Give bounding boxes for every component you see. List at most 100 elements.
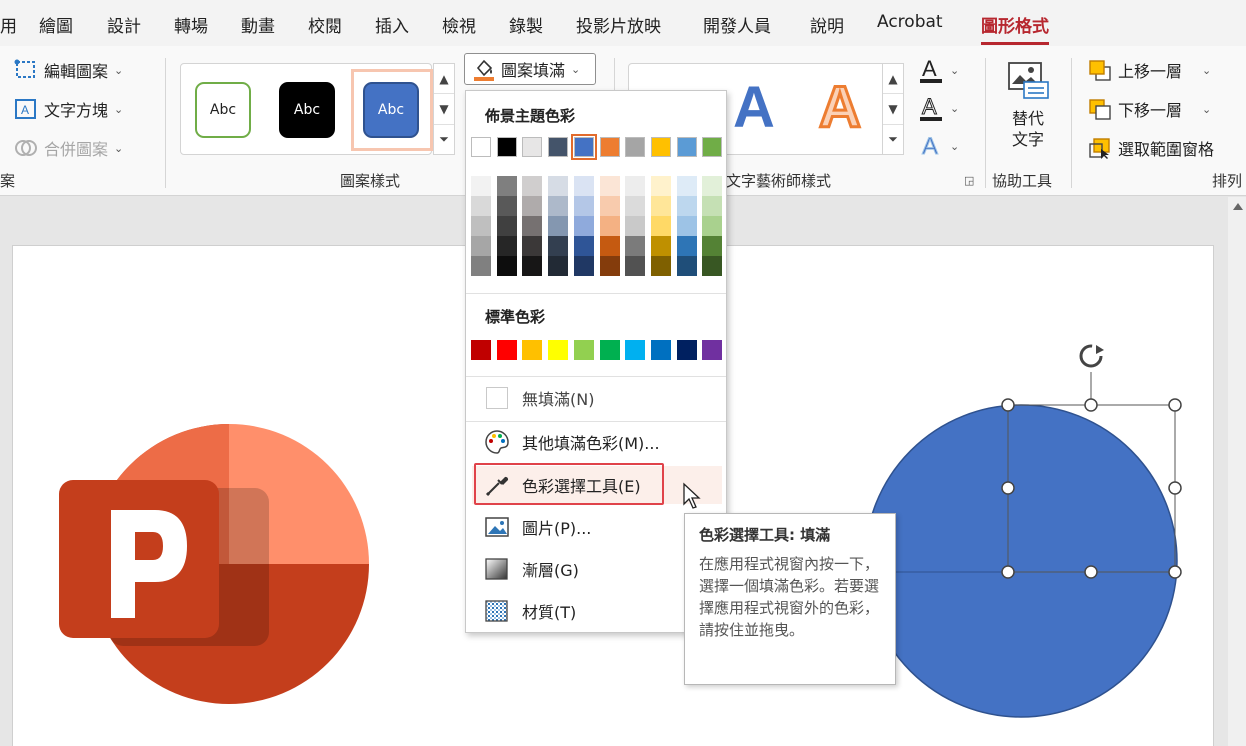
standard-color-swatch[interactable] [599, 340, 620, 360]
theme-shade-swatch[interactable] [573, 236, 594, 256]
bring-forward-button[interactable]: 上移一層 ⌄ [1088, 58, 1211, 82]
wordart-preset-orange-outline[interactable]: A [818, 74, 863, 142]
theme-shade-swatch[interactable] [496, 256, 517, 276]
vertical-scrollbar[interactable] [1228, 197, 1246, 746]
tab-slideshow[interactable]: 投影片放映 [576, 12, 661, 37]
tab-review[interactable]: 校閱 [308, 12, 342, 37]
theme-shade-swatch[interactable] [548, 236, 569, 256]
theme-shade-swatch[interactable] [676, 196, 697, 216]
theme-shade-swatch[interactable] [522, 176, 543, 196]
selection-pane-button[interactable]: 選取範圍窗格 [1088, 136, 1214, 160]
text-effects-button[interactable]: A ⌄ [918, 132, 960, 161]
theme-shade-swatch[interactable] [702, 196, 723, 216]
theme-color-swatch[interactable] [570, 134, 597, 160]
theme-shade-swatch[interactable] [496, 196, 517, 216]
theme-shade-swatch[interactable] [573, 216, 594, 236]
theme-shade-swatch[interactable] [471, 196, 491, 216]
text-box-button[interactable]: A 文字方塊 ⌄ [14, 97, 123, 121]
gallery-scroll-down-icon[interactable]: ▼ [883, 94, 903, 125]
theme-shade-swatch[interactable] [599, 196, 620, 216]
gallery-more-icon[interactable]: ⏷ [883, 125, 903, 154]
theme-shade-swatch[interactable] [522, 196, 543, 216]
text-outline-button[interactable]: A ⌄ [918, 94, 959, 122]
theme-shade-swatch[interactable] [471, 236, 491, 256]
standard-color-swatch[interactable] [702, 340, 723, 360]
tab-design[interactable]: 設計 [107, 12, 141, 37]
theme-shade-swatch[interactable] [573, 256, 594, 276]
gallery-scroll-up-icon[interactable]: ▲ [434, 64, 454, 95]
tab-developer[interactable]: 開發人員 [703, 12, 771, 37]
shape-style-preset-black[interactable]: Abc [279, 82, 335, 138]
gallery-scroll-down-icon[interactable]: ▼ [434, 94, 454, 125]
theme-shade-swatch[interactable] [599, 236, 620, 256]
theme-shade-swatch[interactable] [599, 256, 620, 276]
theme-shade-swatch[interactable] [702, 236, 723, 256]
theme-shade-swatch[interactable] [573, 176, 594, 196]
standard-color-swatch[interactable] [471, 340, 491, 360]
theme-shade-swatch[interactable] [522, 256, 543, 276]
wordart-preset-blue[interactable]: A [733, 74, 775, 141]
theme-shade-swatch[interactable] [650, 196, 671, 216]
gallery-more-icon[interactable]: ⏷ [434, 125, 454, 154]
theme-shade-swatch[interactable] [599, 216, 620, 236]
tab-acrobat[interactable]: Acrobat [877, 12, 943, 32]
standard-color-swatch[interactable] [548, 340, 569, 360]
theme-shade-swatch[interactable] [548, 196, 569, 216]
theme-shade-swatch[interactable] [702, 216, 723, 236]
gallery-scroll-up-icon[interactable]: ▲ [883, 64, 903, 95]
shape-style-preset-outline-green[interactable]: Abc [195, 82, 251, 138]
dialog-launcher-icon[interactable]: ◲ [964, 174, 974, 187]
standard-color-swatch[interactable] [625, 340, 646, 360]
theme-shade-swatch[interactable] [548, 176, 569, 196]
theme-shade-swatch[interactable] [676, 256, 697, 276]
no-fill-item[interactable]: 無填滿(N) [472, 379, 722, 417]
tab-shape-format[interactable]: 圖形格式 [981, 12, 1049, 45]
theme-shade-swatch[interactable] [573, 196, 594, 216]
tab-home-partial[interactable]: 用 [0, 12, 17, 37]
more-fill-colors-item[interactable]: 其他填滿色彩(M)... [472, 423, 722, 461]
theme-color-swatch[interactable] [676, 137, 697, 157]
theme-shade-swatch[interactable] [522, 216, 543, 236]
theme-shade-swatch[interactable] [548, 216, 569, 236]
tab-view[interactable]: 檢視 [442, 12, 476, 37]
edit-shape-button[interactable]: 編輯圖案 ⌄ [14, 58, 123, 82]
theme-color-swatch[interactable] [702, 137, 723, 157]
selected-circle-shape[interactable] [853, 336, 1213, 726]
text-fill-button[interactable]: A ⌄ [918, 56, 959, 84]
theme-shade-swatch[interactable] [676, 236, 697, 256]
theme-color-swatch[interactable] [496, 137, 517, 157]
rotate-handle-icon[interactable] [1079, 344, 1104, 368]
tab-insert[interactable]: 插入 [375, 12, 409, 37]
tab-record[interactable]: 錄製 [509, 12, 543, 37]
send-backward-button[interactable]: 下移一層 ⌄ [1088, 97, 1211, 121]
theme-shade-swatch[interactable] [522, 236, 543, 256]
theme-color-swatch[interactable] [548, 137, 569, 157]
tab-help[interactable]: 說明 [810, 12, 844, 37]
theme-shade-swatch[interactable] [650, 236, 671, 256]
theme-shade-swatch[interactable] [650, 216, 671, 236]
scroll-up-icon[interactable] [1233, 203, 1243, 210]
tab-transitions[interactable]: 轉場 [174, 12, 208, 37]
theme-color-swatch[interactable] [471, 137, 491, 157]
shape-fill-button[interactable]: 圖案填滿 ⌄ [464, 53, 596, 85]
theme-color-swatch[interactable] [599, 137, 620, 157]
theme-shade-swatch[interactable] [496, 236, 517, 256]
standard-color-swatch[interactable] [573, 340, 594, 360]
alt-text-button[interactable]: 替代 文字 [1000, 60, 1056, 150]
theme-shade-swatch[interactable] [625, 196, 646, 216]
theme-color-swatch[interactable] [522, 137, 543, 157]
theme-shade-swatch[interactable] [625, 256, 646, 276]
theme-shade-swatch[interactable] [650, 256, 671, 276]
theme-shade-swatch[interactable] [625, 176, 646, 196]
theme-shade-swatch[interactable] [471, 256, 491, 276]
theme-shade-swatch[interactable] [496, 216, 517, 236]
theme-shade-swatch[interactable] [625, 216, 646, 236]
theme-color-swatch[interactable] [650, 137, 671, 157]
theme-shade-swatch[interactable] [471, 216, 491, 236]
shape-style-preset-blue[interactable]: Abc [363, 82, 419, 138]
theme-shade-swatch[interactable] [676, 216, 697, 236]
standard-color-swatch[interactable] [496, 340, 517, 360]
tab-draw[interactable]: 繪圖 [39, 12, 73, 37]
theme-shade-swatch[interactable] [548, 256, 569, 276]
theme-color-swatch[interactable] [625, 137, 646, 157]
